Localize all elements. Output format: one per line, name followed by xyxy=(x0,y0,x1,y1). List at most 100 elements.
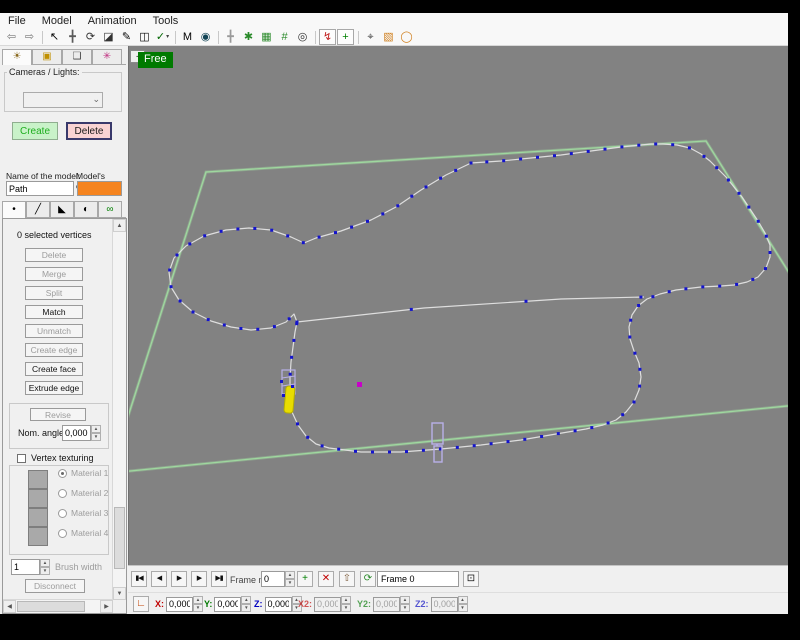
path-vertex[interactable] xyxy=(525,300,528,303)
vertex-merge-button[interactable]: Merge xyxy=(25,267,83,281)
spin-down-icon[interactable]: ▼ xyxy=(40,567,50,575)
tab-edge-mode[interactable]: ╱ xyxy=(26,201,50,217)
path-vertex[interactable] xyxy=(337,448,340,451)
spinner-arrows[interactable]: ▲▼ xyxy=(193,596,203,612)
path-vertex[interactable] xyxy=(769,251,772,254)
spin-up-icon[interactable]: ▲ xyxy=(241,596,251,604)
path-vertex[interactable] xyxy=(688,146,691,149)
coord-input[interactable] xyxy=(265,597,292,612)
spin-up-icon[interactable]: ▲ xyxy=(193,596,203,604)
path-vertex[interactable] xyxy=(633,401,636,404)
path-vertex[interactable] xyxy=(638,385,641,388)
scale-tool-icon[interactable]: ◪ xyxy=(100,29,117,45)
paint-tool-icon[interactable]: ✎ xyxy=(118,29,135,45)
vertex-texturing-checkbox[interactable]: Vertex texturing xyxy=(17,453,94,463)
spin-up-icon[interactable]: ▲ xyxy=(285,571,295,579)
vertex-delete-button[interactable]: Delete xyxy=(25,248,83,262)
path-vertex[interactable] xyxy=(203,234,206,237)
track-main[interactable] xyxy=(169,144,770,452)
add-frame-button[interactable]: + xyxy=(297,571,313,587)
path-vertex[interactable] xyxy=(587,150,590,153)
path-vertex[interactable] xyxy=(764,267,767,270)
menu-tools[interactable]: Tools xyxy=(145,15,187,27)
tab-face-mode[interactable]: ◣ xyxy=(50,201,74,217)
path-vertex[interactable] xyxy=(290,356,293,359)
path-vertex[interactable] xyxy=(668,290,671,293)
add-object-icon[interactable]: + xyxy=(337,29,354,45)
path-vertex[interactable] xyxy=(638,368,641,371)
material-swatch[interactable] xyxy=(28,527,48,546)
path-vertex[interactable] xyxy=(574,429,577,432)
tab-cameras-lights[interactable]: ☀ xyxy=(2,49,32,65)
spin-up-icon[interactable]: ▲ xyxy=(40,559,50,567)
gate-object[interactable] xyxy=(432,423,443,462)
coord-input[interactable] xyxy=(166,597,193,612)
path-vertex[interactable] xyxy=(207,318,210,321)
select-center-icon[interactable]: ⌖ xyxy=(362,29,379,45)
material-radio[interactable] xyxy=(58,489,67,498)
path-vertex[interactable] xyxy=(519,158,522,161)
dropdown-arrow-icon[interactable]: ▾ xyxy=(166,34,169,40)
camera-icon[interactable]: ◉ xyxy=(197,29,214,45)
material-swatch[interactable] xyxy=(28,489,48,508)
path-vertex[interactable] xyxy=(633,352,636,355)
menu-file[interactable]: File xyxy=(0,15,34,27)
grid-snap-icon[interactable]: # xyxy=(276,29,293,45)
flip-tool-icon[interactable]: ◫ xyxy=(136,29,153,45)
snap-toggle-icon[interactable]: ✓▾ xyxy=(154,29,171,45)
path-vertex[interactable] xyxy=(747,206,750,209)
path-vertex[interactable] xyxy=(718,285,721,288)
frame-no-input[interactable] xyxy=(261,571,285,587)
path-vertex[interactable] xyxy=(405,450,408,453)
spinner-arrows[interactable]: ▲▼ xyxy=(285,571,295,587)
path-vertex[interactable] xyxy=(170,285,173,288)
path-vertex[interactable] xyxy=(701,285,704,288)
spin-down-icon[interactable]: ▼ xyxy=(285,579,295,587)
path-vertex[interactable] xyxy=(470,162,473,165)
nav-forward-icon[interactable]: ⇨ xyxy=(21,29,38,45)
path-vertex[interactable] xyxy=(410,195,413,198)
scroll-right-icon[interactable]: ▶ xyxy=(100,600,113,613)
path-vertex[interactable] xyxy=(422,449,425,452)
prev-frame-button[interactable]: ◀ xyxy=(151,571,167,587)
path-vertex[interactable] xyxy=(223,324,226,327)
model-color-swatch[interactable] xyxy=(77,181,122,196)
path-vertex[interactable] xyxy=(456,446,459,449)
frame-name-input[interactable] xyxy=(377,571,459,587)
path-vertex[interactable] xyxy=(507,440,510,443)
tab-dialogs[interactable]: ❑ xyxy=(62,49,92,64)
path-vertex[interactable] xyxy=(557,432,560,435)
path-vertex[interactable] xyxy=(381,212,384,215)
path-vertex[interactable] xyxy=(318,236,321,239)
path-vertex[interactable] xyxy=(188,242,191,245)
path-vertex[interactable] xyxy=(454,169,457,172)
path-vertex[interactable] xyxy=(628,336,631,339)
path-vertex[interactable] xyxy=(273,325,276,328)
revise-button[interactable]: Revise xyxy=(30,408,86,421)
nav-back-icon[interactable]: ⇦ xyxy=(3,29,20,45)
vertex-color-icon[interactable]: ✱ xyxy=(240,29,257,45)
tab-vertex-mode[interactable]: • xyxy=(2,201,26,218)
create-button[interactable]: Create xyxy=(12,122,58,140)
material-radio[interactable] xyxy=(58,509,67,518)
path-vertex[interactable] xyxy=(637,144,640,147)
material-swatch[interactable] xyxy=(28,508,48,527)
path-vertex[interactable] xyxy=(473,444,476,447)
delete-frame-button[interactable]: ✕ xyxy=(318,571,334,587)
path-vertex[interactable] xyxy=(192,311,195,314)
path-vertex[interactable] xyxy=(179,300,182,303)
path-vertex[interactable] xyxy=(684,287,687,290)
path-vertex[interactable] xyxy=(302,241,305,244)
vertex-split-button[interactable]: Split xyxy=(25,286,83,300)
material-option[interactable]: Material 4 xyxy=(58,528,108,538)
last-frame-button[interactable]: ▶▮ xyxy=(211,571,227,587)
translate-vertex-icon[interactable]: ╋ xyxy=(222,29,239,45)
path-vertex[interactable] xyxy=(366,220,369,223)
path-vertex[interactable] xyxy=(629,319,632,322)
path-vertex[interactable] xyxy=(388,451,391,454)
path-vertex[interactable] xyxy=(654,143,657,146)
checkbox-box[interactable] xyxy=(17,454,26,463)
rotate-tool-icon[interactable]: ⟳ xyxy=(82,29,99,45)
path-vertex[interactable] xyxy=(738,192,741,195)
material-option[interactable]: Material 1 xyxy=(58,468,108,478)
